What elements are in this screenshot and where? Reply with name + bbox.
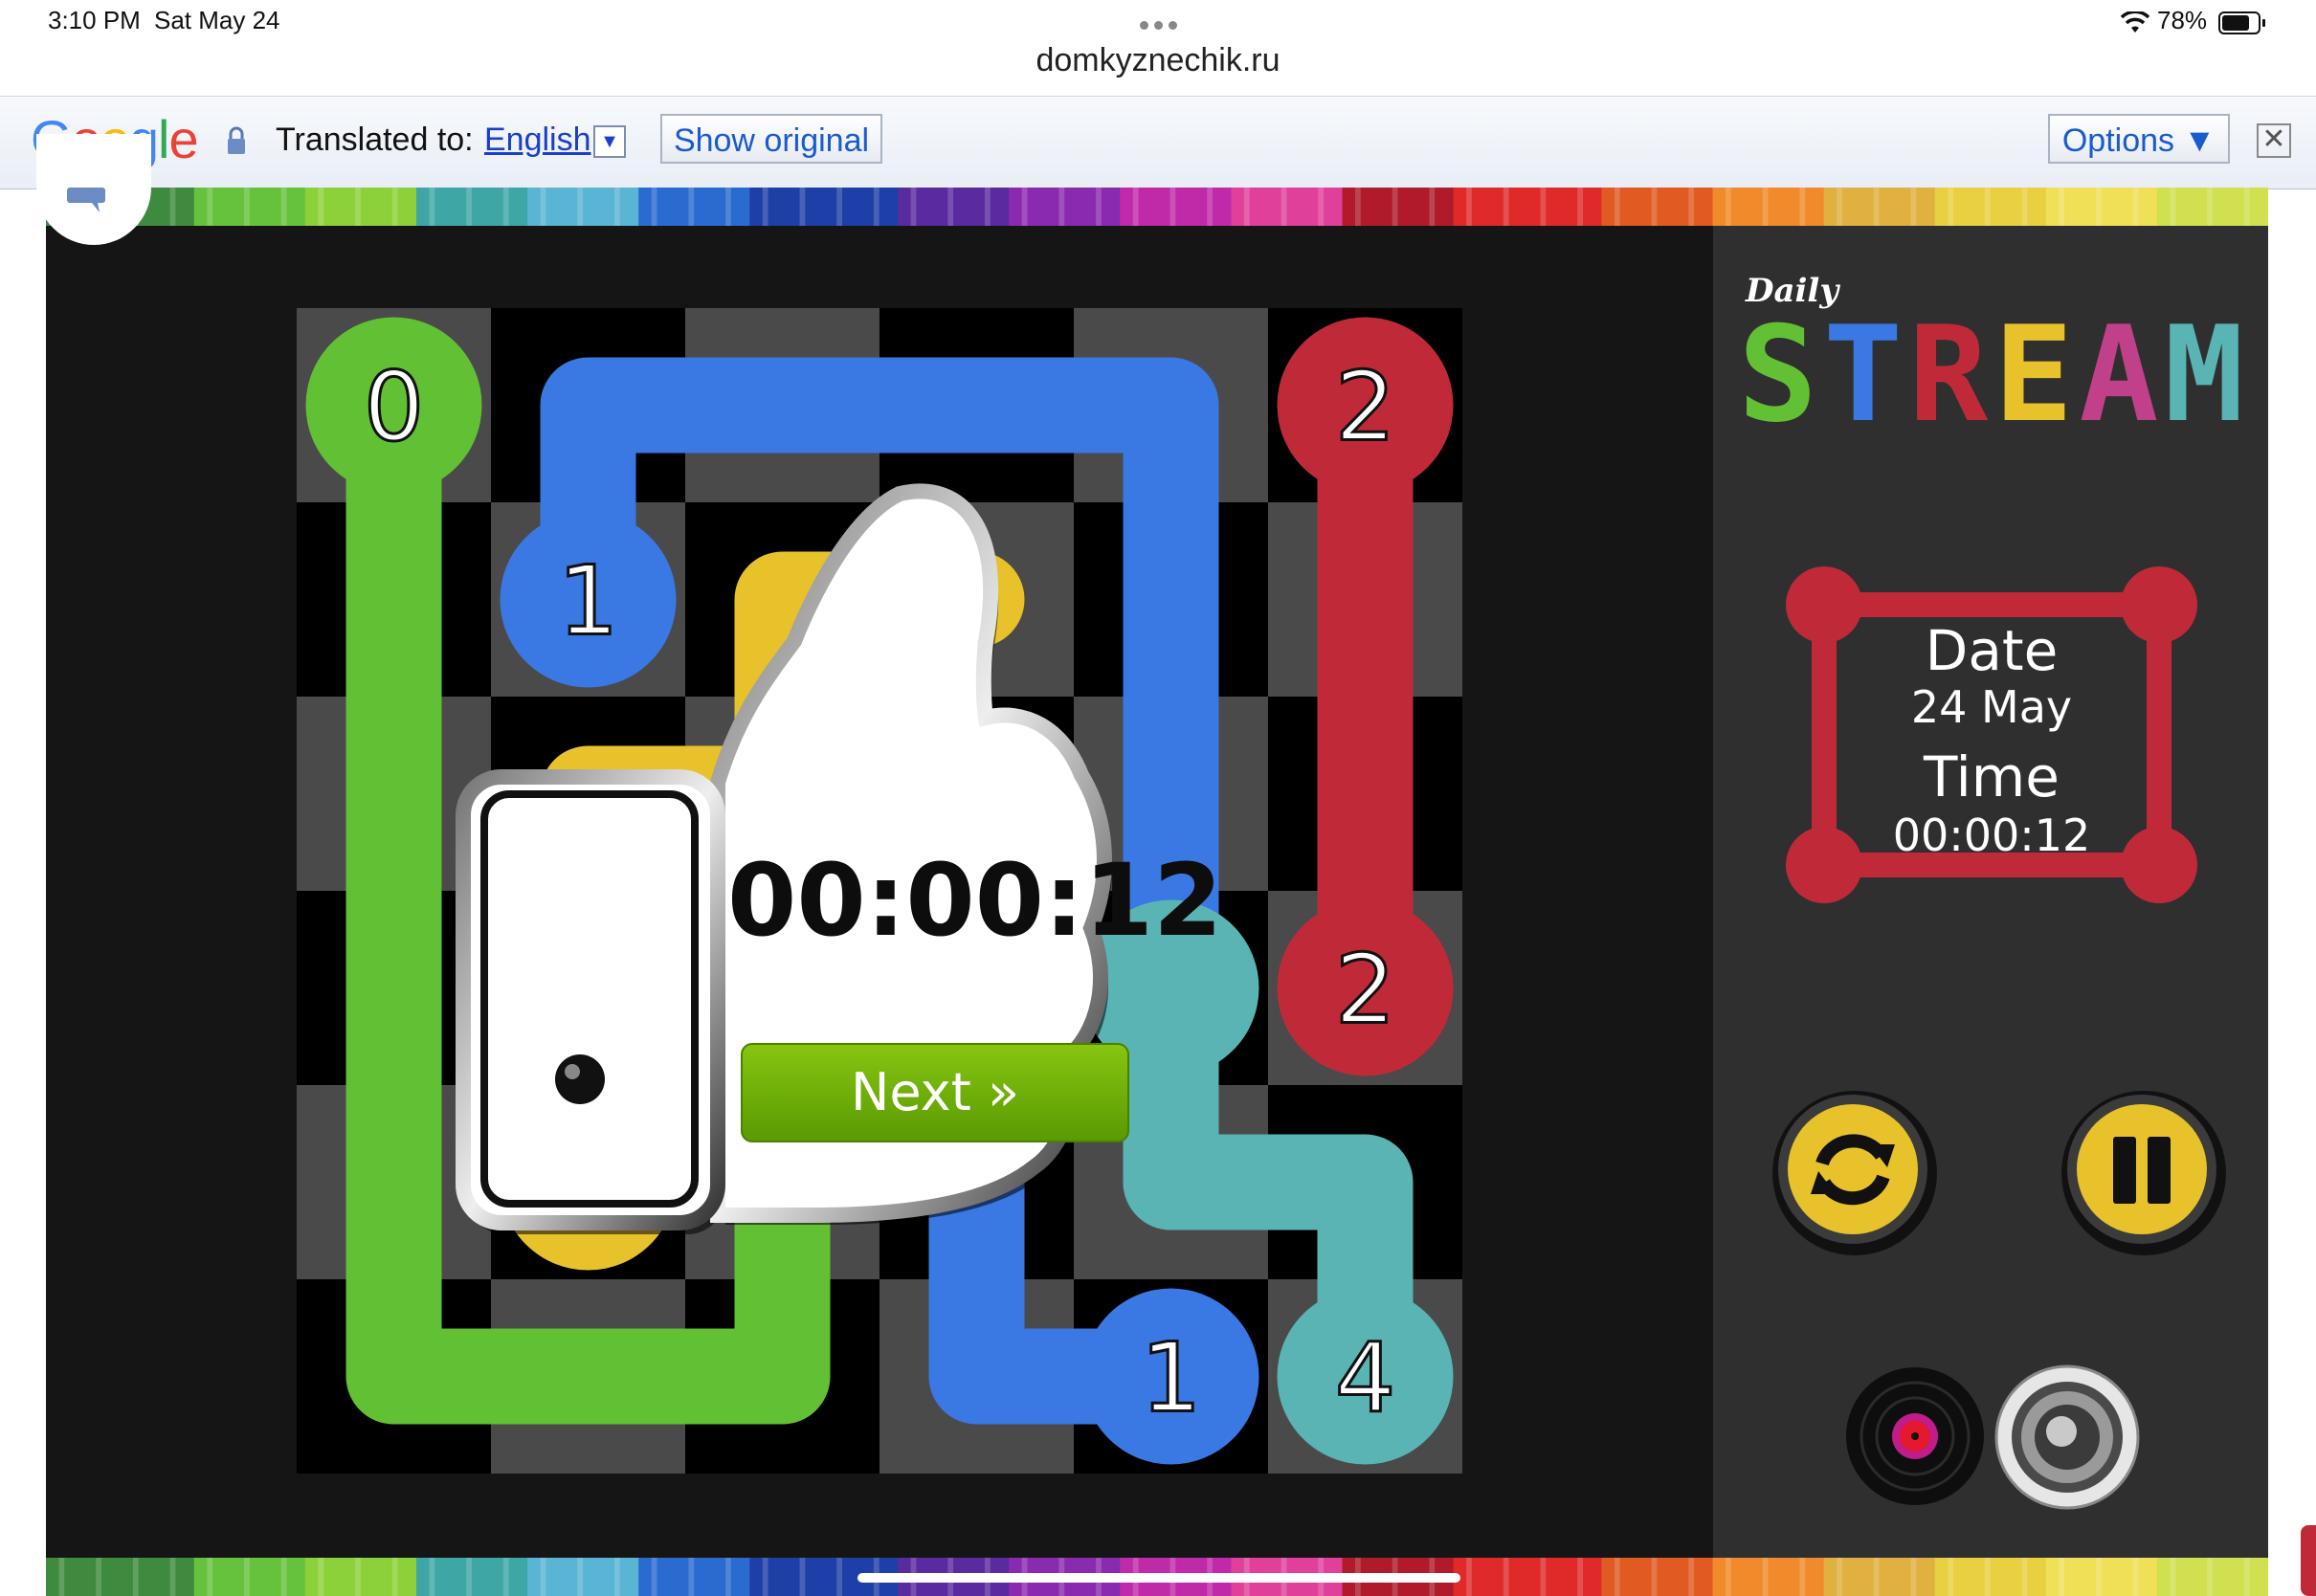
status-time: 3:10 PM <box>48 6 141 34</box>
popup-timer: 00:00:12 <box>727 842 1223 959</box>
speaker-icon <box>2012 1382 2123 1493</box>
side-tab[interactable] <box>2301 1525 2316 1596</box>
chat-bubble-button[interactable] <box>36 134 151 245</box>
time-value: 00:00:12 <box>1892 809 2091 861</box>
sound-button[interactable] <box>1994 1364 2140 1510</box>
status-date: Sat May 24 <box>154 6 280 34</box>
endpoint-number: 0 <box>364 351 425 463</box>
logo-letter: A <box>2079 298 2165 452</box>
pencil-strip-top <box>46 188 2268 226</box>
logo-letter: S <box>1738 298 1824 452</box>
music-icon <box>1892 1413 1938 1459</box>
endpoint-number: 1 <box>1141 1322 1202 1434</box>
logo-letter: T <box>1823 298 1909 452</box>
date-label: Date <box>1925 618 2059 683</box>
url-text[interactable]: domkyznechik.ru <box>0 42 2316 79</box>
date-value: 24 May <box>1910 681 2073 733</box>
lock-icon <box>228 126 245 154</box>
endpoint-number: 2 <box>1335 351 1396 463</box>
time-label: Time <box>1924 744 2060 809</box>
pause-button[interactable] <box>2058 1087 2230 1259</box>
battery-icon <box>2218 11 2265 34</box>
translated-to-label: Translated to: <box>276 122 474 158</box>
show-original-button[interactable]: Show original <box>660 114 882 164</box>
endpoint-number: 4 <box>1335 1322 1396 1434</box>
next-button[interactable]: Next » <box>741 1043 1129 1142</box>
battery-percent: 78% <box>2157 6 2208 34</box>
translate-bar: Google Translated to: English ▼ Show ori… <box>0 96 2316 189</box>
wifi-icon <box>2121 11 2149 33</box>
logo-letter: R <box>1908 298 1994 452</box>
restart-button[interactable] <box>1769 1087 1941 1259</box>
options-button[interactable]: Options ▼ <box>2048 114 2230 164</box>
close-icon[interactable]: ✕ <box>2257 123 2291 158</box>
home-indicator[interactable] <box>857 1573 1460 1583</box>
logo-letter: E <box>1993 298 2080 452</box>
language-link[interactable]: English <box>484 122 591 159</box>
logo-letter: M <box>2164 298 2250 452</box>
endpoint-number: 2 <box>1335 934 1396 1046</box>
logo-stream: STREAM <box>1738 308 2250 442</box>
multitasking-dots-icon[interactable] <box>1137 17 1180 34</box>
music-button[interactable] <box>1845 1366 1985 1506</box>
status-bar: 3:10 PM Sat May 24 78% domkyznechik.ru <box>0 0 2316 96</box>
dropdown-arrow-icon[interactable]: ▼ <box>593 125 626 158</box>
chat-icon <box>67 188 105 212</box>
